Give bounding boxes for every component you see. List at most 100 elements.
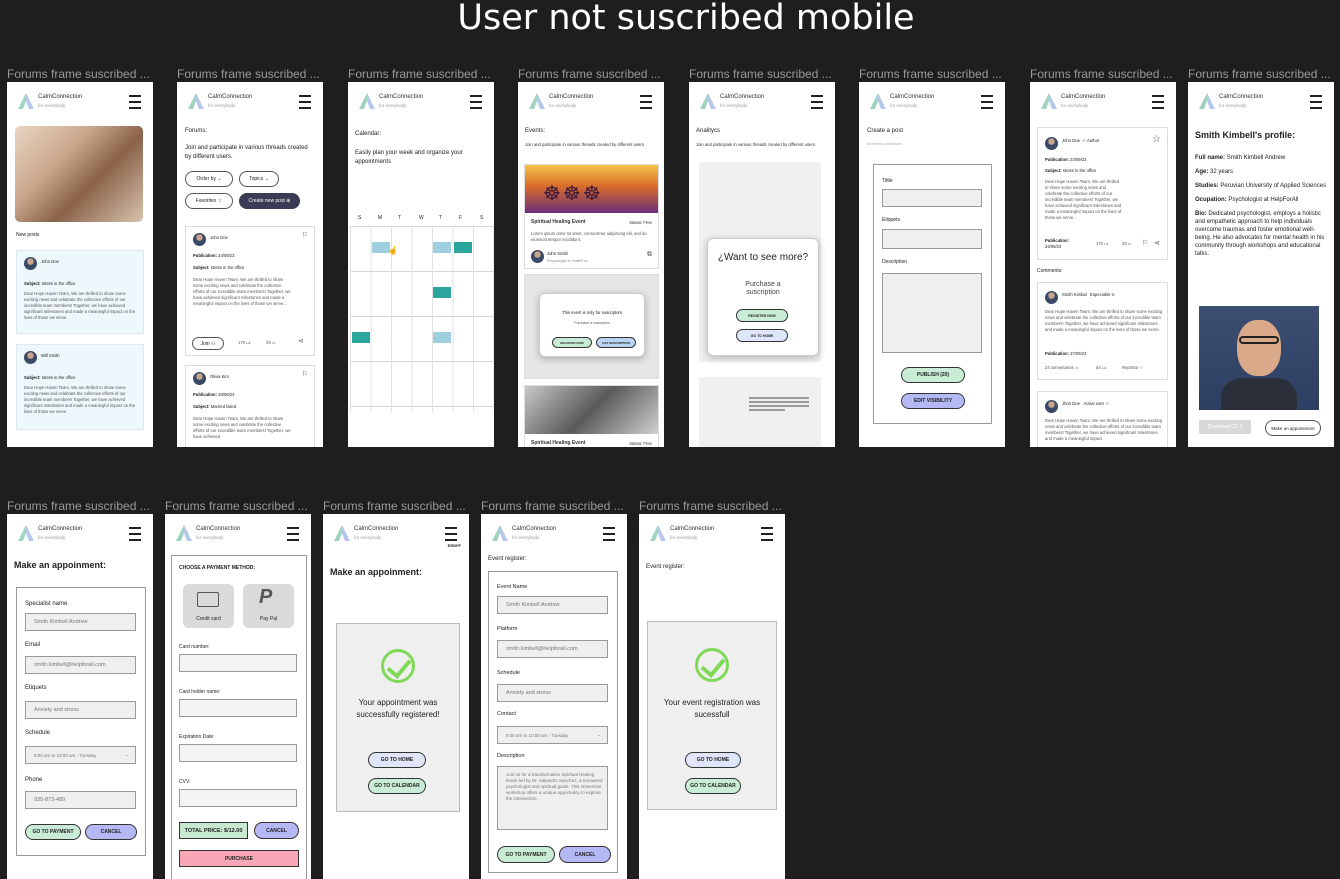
specialist-input[interactable]: Smith Kimbell Andrew — [25, 613, 136, 631]
cvv-input[interactable] — [179, 789, 297, 807]
make-appointment-button[interactable]: Make an appointment — [1265, 420, 1321, 436]
payment-form: CHOOSE A PAYMENT METHOD: Credit card P P… — [171, 555, 307, 879]
menu-icon[interactable] — [1152, 95, 1164, 109]
go-home-button[interactable]: GO TO HOME — [685, 752, 741, 768]
register-now-button[interactable]: REGISTER NOW — [552, 337, 592, 348]
go-to-calendar-button[interactable]: GO TO CALENDAR — [685, 778, 741, 794]
frame-label-event-register: Forums frame suscribed ... — [481, 499, 624, 513]
external-link-icon[interactable]: ⧉ — [647, 251, 652, 259]
report-button[interactable]: Reportar ⚐ — [1122, 365, 1143, 370]
create-post-button[interactable]: Create new post ⊕ — [239, 193, 300, 209]
menu-icon[interactable] — [299, 95, 311, 109]
share-icon[interactable]: ⋖ — [1154, 239, 1160, 247]
frame-label-appointment: Forums frame suscribed ... — [7, 499, 150, 513]
menu-icon[interactable] — [129, 95, 141, 109]
calendar-event[interactable] — [433, 287, 451, 298]
frame-label-analytics: Forums frame suscribed ... — [689, 67, 832, 81]
flag-icon[interactable]: ⚐ — [302, 231, 308, 239]
comment-count[interactable]: 24 comentarios ▭ — [1045, 365, 1079, 370]
calendar-cells — [350, 226, 494, 412]
field-label: Studies: — [1195, 183, 1219, 189]
topics-dropdown[interactable]: Topics ⌄ — [239, 171, 279, 187]
menu-icon[interactable] — [470, 95, 482, 109]
post-card[interactable]: Will Smith Subject: stress in the office… — [16, 344, 144, 430]
event-title: Spiritual Healing Event — [531, 440, 586, 446]
menu-icon[interactable] — [811, 95, 823, 109]
menu-icon[interactable] — [445, 527, 457, 541]
app-header: CalmConnection for everybody — [1030, 82, 1176, 117]
join-button[interactable]: Join ⚇ — [192, 337, 224, 350]
like-count[interactable]: 54 👍︎ — [1096, 365, 1106, 371]
like-count[interactable]: 170 👍︎ — [1096, 241, 1109, 247]
event-card[interactable]: ☸☸☸ Spiritual Healing Event Status: Free… — [524, 164, 659, 269]
share-icon[interactable]: ⋖ — [298, 337, 304, 345]
expiration-input[interactable] — [179, 744, 297, 762]
paypal-icon: P — [259, 586, 273, 608]
credit-card-option[interactable]: Credit card — [183, 584, 234, 628]
edit-visibility-button[interactable]: EDIT VISIBILITY — [901, 393, 965, 409]
schedule-select[interactable]: 9:00 am to 10:00 am - Tuesday ⌄ — [25, 746, 136, 764]
app-header: CalmConnection for everybody — [481, 514, 627, 549]
menu-icon[interactable] — [1310, 95, 1322, 109]
post-card[interactable]: John Doe ⚐ Publication: 24/09/23 Subject… — [185, 226, 315, 356]
flag-icon[interactable]: ⚐ — [1142, 239, 1148, 247]
frame-label-home: Forums frame suscribed ... — [7, 67, 150, 81]
field-label: Expiration Date: — [179, 734, 215, 740]
post-card[interactable]: Olivia Kim ⚐ Publication: 28/09/23 Subje… — [185, 365, 315, 447]
calendar-event[interactable] — [352, 332, 370, 343]
event-card[interactable]: Spiritual Healing Event Status: Free — [524, 385, 659, 447]
cancel-button[interactable]: CANCEL — [85, 824, 137, 840]
register-now-button[interactable]: REGISTER NOW — [736, 309, 788, 322]
go-home-button[interactable]: GO TO HOME — [736, 329, 788, 342]
pointer-icon: ☝ — [388, 246, 398, 255]
comment-count[interactable]: 29 ▭ — [1122, 241, 1132, 246]
menu-icon[interactable] — [640, 95, 652, 109]
tags-input[interactable]: Anxiety and stress — [25, 701, 136, 719]
description-input[interactable]: Join us for a transformative Spiritual H… — [497, 766, 608, 830]
thumbs-up-icon: 👍︎ — [246, 340, 251, 345]
like-count[interactable]: 170 👍︎ — [238, 340, 251, 346]
cancel-button[interactable]: CANCEL — [254, 822, 299, 839]
go-to-payment-button[interactable]: GO TO PAYMENT — [497, 846, 555, 863]
download-cv-button[interactable]: Download CV ▯ — [1199, 420, 1251, 434]
menu-icon[interactable] — [287, 527, 299, 541]
platform-input[interactable]: smith.kimbell@helpforall.com — [497, 640, 608, 658]
email-field[interactable]: smith.kimbell@helpforall.com — [25, 656, 136, 674]
card-holder-input[interactable] — [179, 699, 297, 717]
description-input[interactable] — [882, 273, 982, 353]
cancel-button[interactable]: CANCEL — [559, 846, 611, 863]
calendar-event[interactable] — [433, 242, 451, 253]
menu-icon[interactable] — [761, 527, 773, 541]
title-input[interactable] — [882, 189, 982, 207]
tags-input[interactable] — [882, 229, 982, 249]
purchase-button[interactable]: PURCHASE — [179, 850, 299, 867]
contact-select[interactable]: 9:00 am to 10:00 am - Tuesday ⌄ — [497, 726, 608, 744]
favorites-button[interactable]: Favorites ☆ — [185, 193, 233, 209]
comment-count[interactable]: 29 ▭ — [266, 340, 276, 345]
go-to-payment-button[interactable]: GO TO PAYMENT — [25, 824, 81, 840]
post-card[interactable]: John Doe Subject: stress in the office D… — [16, 250, 144, 334]
menu-icon[interactable] — [603, 527, 615, 541]
phone-field[interactable]: 935-873-489 — [25, 791, 136, 809]
schedule-input[interactable]: Anxiety and stress — [497, 684, 608, 702]
frame-label-payment: Forums frame suscribed ... — [165, 499, 308, 513]
star-icon[interactable]: ☆ — [1152, 134, 1161, 145]
calendar-event[interactable] — [433, 332, 451, 343]
event-name-input[interactable]: Smith Kimbell Andrew — [497, 596, 608, 614]
menu-icon[interactable] — [981, 95, 993, 109]
card-number-input[interactable] — [179, 654, 297, 672]
paypal-option[interactable]: P Pay Pal — [243, 584, 294, 628]
app-header: CalmConnection for everybody — [177, 82, 323, 117]
calendar-event[interactable] — [454, 242, 472, 253]
order-by-dropdown[interactable]: Order by ⌄ — [185, 171, 233, 187]
post-card: John Doe ⚇ Author ☆ Publication: 24/09/2… — [1037, 127, 1168, 260]
get-description-button[interactable]: GET DESCRIPTION — [596, 337, 636, 348]
app-header: CalmConnection for everybody — [7, 82, 153, 117]
go-to-calendar-button[interactable]: GO TO CALENDAR — [368, 778, 426, 794]
menu-icon[interactable] — [129, 527, 141, 541]
calendar-grid[interactable]: S M T W T F S ☝ — [350, 212, 494, 412]
flag-icon[interactable]: ⚐ — [302, 370, 308, 378]
subject-label: Subject: — [24, 281, 41, 286]
go-home-button[interactable]: GO TO HOME — [368, 752, 426, 768]
publish-button[interactable]: PUBLISH (20) — [901, 367, 965, 383]
